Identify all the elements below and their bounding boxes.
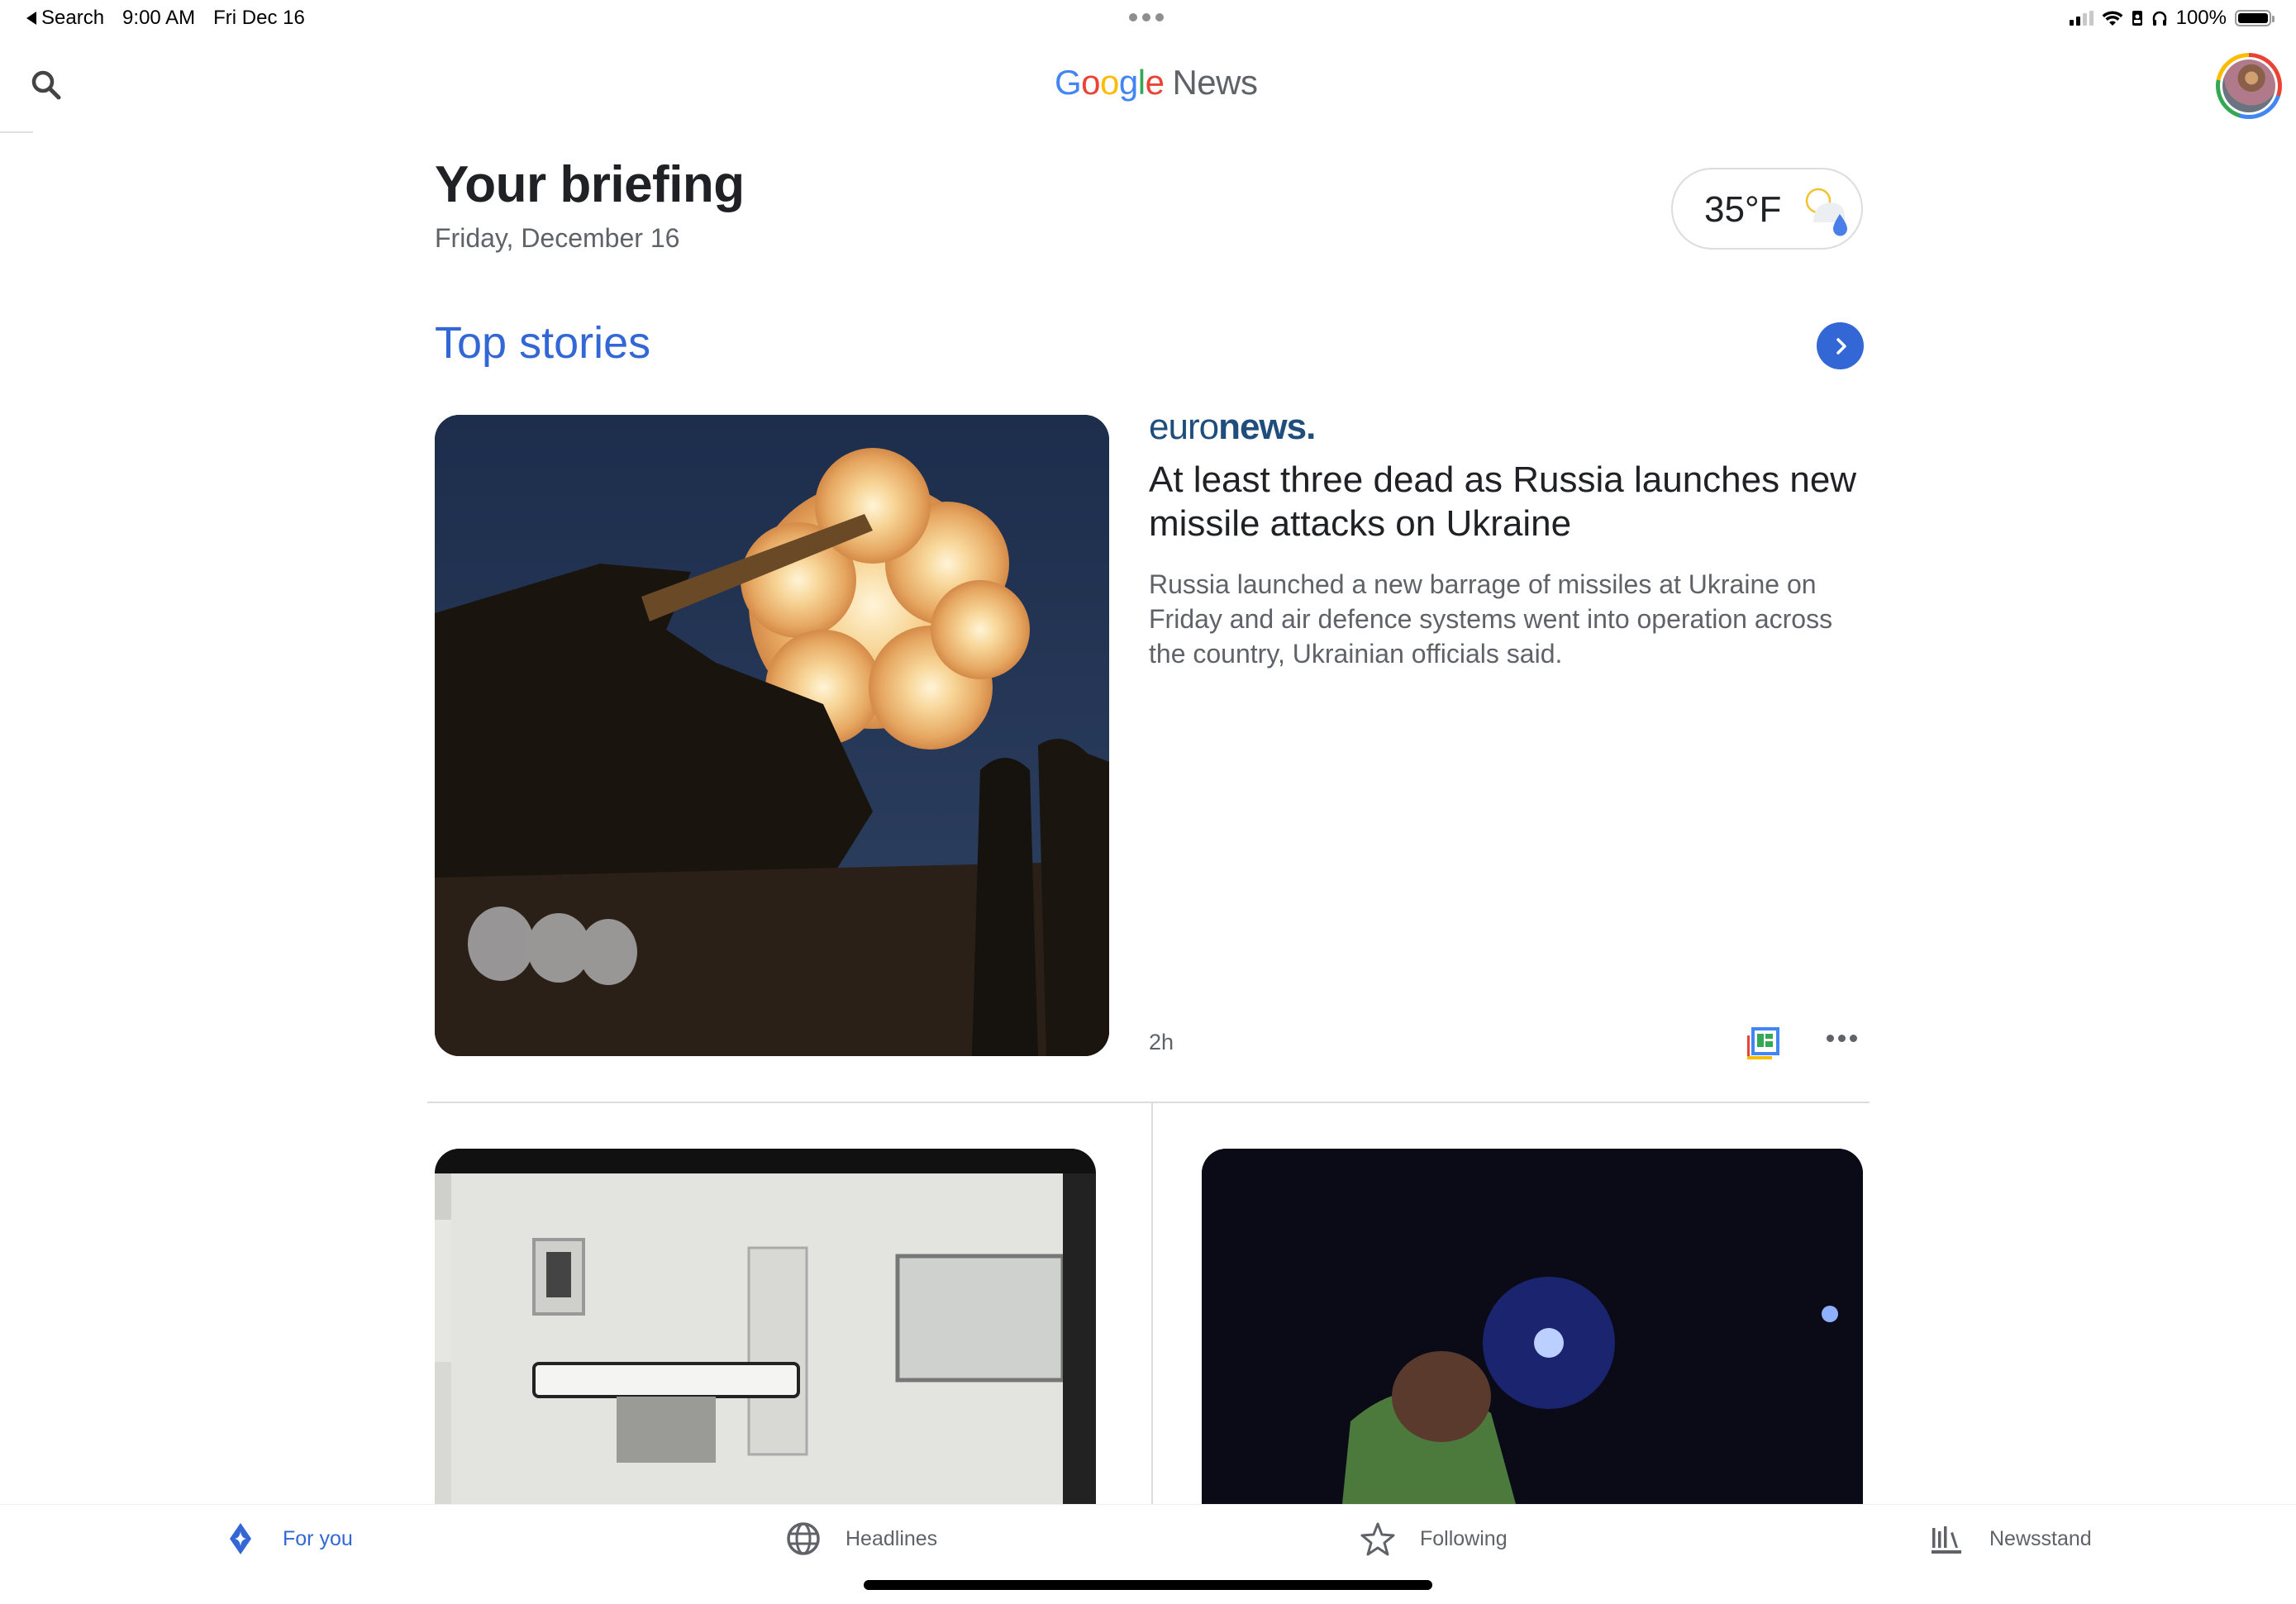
tab-label: Following — [1420, 1526, 1508, 1550]
logo-letter: l — [1137, 63, 1146, 102]
multitasking-dots[interactable] — [1129, 13, 1164, 21]
status-date: Fri Dec 16 — [213, 7, 305, 29]
full-coverage-button[interactable] — [1744, 1026, 1782, 1064]
headphones-icon — [2152, 11, 2166, 26]
google-news-logo: Google News — [1055, 63, 1258, 102]
weather-temperature: 35°F — [1704, 189, 1782, 230]
tab-label: Headlines — [846, 1526, 938, 1550]
partly-sunny-rain-icon — [1805, 188, 1847, 236]
story-more-options-button[interactable] — [1827, 1035, 1857, 1042]
story-age: 2h — [1149, 1030, 1174, 1054]
search-icon — [31, 70, 61, 100]
newsstand-icon — [1932, 1526, 1961, 1554]
secondary-story-image[interactable] — [435, 1149, 1096, 1504]
tab-following[interactable]: Following — [1360, 1521, 1508, 1556]
night-flashlight-photo — [1202, 1149, 1863, 1504]
main-story-headline[interactable]: At least three dead as Russia launches n… — [1149, 458, 1860, 545]
section-divider — [427, 1102, 1870, 1103]
back-to-search-button[interactable]: Search — [26, 7, 104, 30]
top-stories-more-button[interactable] — [1817, 322, 1864, 369]
avatar — [2220, 57, 2278, 115]
globe-icon — [787, 1522, 820, 1555]
back-label: Search — [41, 7, 105, 29]
source-logo-part: . — [1306, 407, 1316, 447]
home-indicator[interactable] — [864, 1580, 1432, 1590]
cellular-signal-icon — [2069, 11, 2094, 26]
secondary-story-image[interactable] — [1202, 1149, 1863, 1504]
tab-headlines[interactable]: Headlines — [786, 1521, 937, 1556]
weather-chip[interactable]: 35°F — [1671, 168, 1863, 250]
status-time: 9:00 AM — [122, 7, 196, 29]
main-story-image[interactable] — [435, 415, 1109, 1056]
source-logo-euronews[interactable]: euronews. — [1149, 407, 1316, 448]
header-divider — [0, 131, 33, 133]
battery-icon — [2235, 10, 2275, 26]
full-coverage-icon — [1747, 1027, 1779, 1059]
more-dot — [1850, 1035, 1857, 1042]
battery-percent: 100% — [2175, 7, 2227, 29]
logo-letter: o — [1081, 63, 1101, 102]
main-story-description[interactable]: Russia launched a new barrage of missile… — [1149, 567, 1860, 671]
logo-letter: G — [1055, 63, 1082, 102]
tab-label: For you — [283, 1526, 353, 1550]
column-divider — [1151, 1103, 1153, 1504]
tab-label: Newsstand — [1989, 1526, 2092, 1550]
artillery-photo — [435, 415, 1109, 1056]
page-title: Your briefing — [435, 156, 745, 213]
back-arrow-icon — [26, 12, 36, 25]
orientation-lock-icon — [2132, 11, 2142, 26]
wifi-icon — [2102, 11, 2123, 26]
for-you-icon — [230, 1523, 251, 1554]
tab-newsstand[interactable]: Newsstand — [1930, 1521, 2092, 1556]
logo-letter: o — [1100, 63, 1119, 102]
source-logo-part: news — [1218, 407, 1307, 447]
logo-letter: e — [1145, 63, 1165, 102]
account-avatar-button[interactable] — [2216, 53, 2282, 119]
execution-chamber-photo — [435, 1149, 1096, 1504]
section-title-top-stories[interactable]: Top stories — [435, 317, 650, 369]
logo-letter: g — [1118, 63, 1138, 102]
chevron-right-icon — [1836, 337, 1846, 355]
source-logo-part: euro — [1149, 407, 1219, 447]
more-dot — [1827, 1035, 1834, 1042]
search-button[interactable] — [28, 68, 64, 104]
logo-product-name: News — [1172, 63, 1258, 102]
tab-for-you[interactable]: For you — [223, 1521, 353, 1556]
star-icon — [1360, 1522, 1395, 1556]
briefing-date: Friday, December 16 — [435, 223, 680, 253]
more-dot — [1838, 1035, 1846, 1042]
